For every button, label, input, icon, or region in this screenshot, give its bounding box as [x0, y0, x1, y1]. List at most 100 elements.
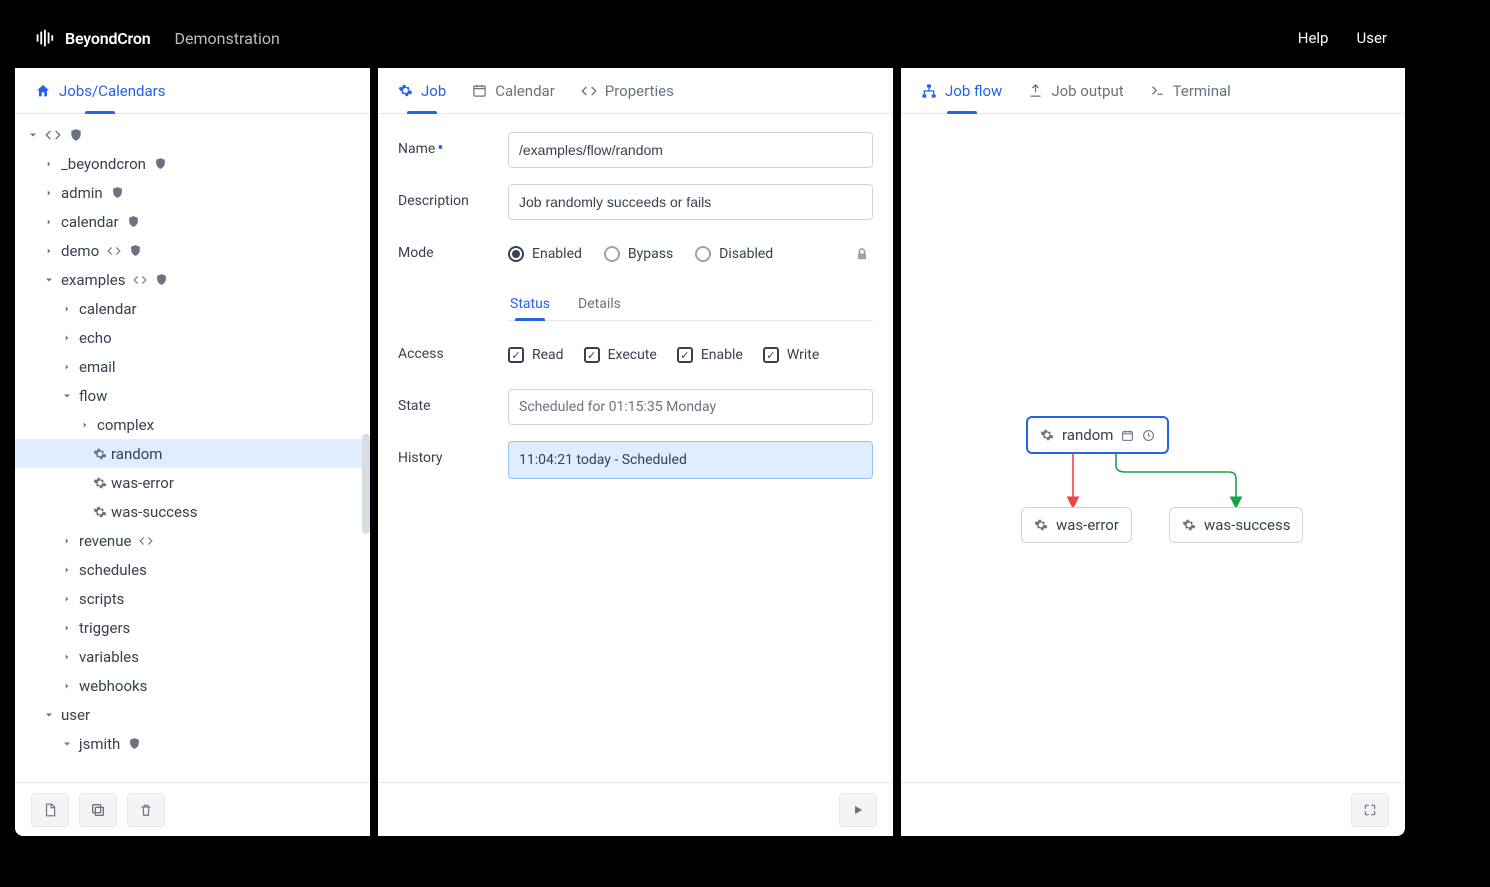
tree-item[interactable]: demo: [15, 236, 370, 265]
tree-item[interactable]: email: [15, 352, 370, 381]
code-icon: [45, 127, 61, 143]
chevron-right-icon: [41, 159, 57, 169]
chevron-right-icon: [59, 362, 75, 372]
tree-item[interactable]: revenue: [15, 526, 370, 555]
flow-node-was-error[interactable]: was-error: [1021, 507, 1132, 543]
flow-canvas[interactable]: random was-error was-success: [901, 114, 1405, 782]
tab-terminal[interactable]: Terminal: [1150, 68, 1231, 113]
clock-icon: [1142, 429, 1155, 442]
help-link[interactable]: Help: [1298, 29, 1329, 47]
tree-label: complex: [97, 416, 154, 434]
new-button[interactable]: [31, 793, 69, 827]
desc-label: Description: [398, 184, 508, 209]
gear-icon: [1034, 518, 1048, 532]
tab-jobs-calendars[interactable]: Jobs/Calendars: [35, 68, 165, 113]
tree-label: triggers: [79, 619, 130, 637]
scrollbar[interactable]: [362, 434, 370, 534]
access-enable-check[interactable]: ✓Enable: [677, 347, 743, 363]
subtab-details[interactable]: Details: [576, 288, 623, 320]
tree-item[interactable]: complex: [15, 410, 370, 439]
tab-label: Job output: [1051, 82, 1123, 100]
tab-job-flow[interactable]: Job flow: [921, 68, 1002, 113]
mode-enabled-radio[interactable]: Enabled: [508, 246, 582, 262]
tree-label: was-success: [111, 503, 197, 521]
tree-item[interactable]: echo: [15, 323, 370, 352]
radio-icon: [604, 246, 620, 262]
tree-item[interactable]: _beyondcron: [15, 149, 370, 178]
tree-item-examples[interactable]: examples: [15, 265, 370, 294]
chevron-down-icon: [41, 709, 57, 721]
expand-button[interactable]: [1351, 793, 1389, 827]
upload-icon: [1028, 83, 1043, 98]
run-button[interactable]: [839, 793, 877, 827]
code-icon: [107, 244, 121, 258]
tree-label: random: [111, 445, 162, 463]
tree-item-random[interactable]: random: [15, 439, 370, 468]
tab-properties[interactable]: Properties: [581, 68, 674, 113]
subtab-status[interactable]: Status: [508, 288, 552, 320]
gear-icon: [93, 476, 107, 490]
left-panel: Jobs/Calendars: [15, 68, 370, 836]
user-link[interactable]: User: [1356, 29, 1387, 47]
tree-label: echo: [79, 329, 112, 347]
chevron-down-icon: [25, 129, 41, 141]
flow-node-random[interactable]: random: [1026, 416, 1169, 454]
tree-item[interactable]: was-success: [15, 497, 370, 526]
tree[interactable]: _beyondcron admin calendar demo: [15, 114, 370, 782]
tree-item[interactable]: admin: [15, 178, 370, 207]
delete-button[interactable]: [127, 793, 165, 827]
chevron-right-icon: [41, 246, 57, 256]
middle-panel: Job Calendar Properties Name•: [378, 68, 893, 836]
shield-icon: [69, 128, 83, 142]
tree-item[interactable]: was-error: [15, 468, 370, 497]
tab-label: Properties: [605, 82, 674, 100]
right-panel: Job flow Job output Terminal: [901, 68, 1405, 836]
tree-item[interactable]: calendar: [15, 294, 370, 323]
shield-icon: [128, 737, 141, 750]
tree-item[interactable]: triggers: [15, 613, 370, 642]
name-input[interactable]: [508, 132, 873, 168]
chevron-down-icon: [59, 390, 75, 402]
chevron-right-icon: [59, 333, 75, 343]
tree-root[interactable]: [15, 120, 370, 149]
tree-item-flow[interactable]: flow: [15, 381, 370, 410]
node-label: was-success: [1204, 516, 1290, 534]
tree-item[interactable]: variables: [15, 642, 370, 671]
tab-label: Job flow: [945, 82, 1002, 100]
tab-calendar[interactable]: Calendar: [472, 68, 555, 113]
access-write-check[interactable]: ✓Write: [763, 347, 819, 363]
flow-node-was-success[interactable]: was-success: [1169, 507, 1303, 543]
shield-icon: [129, 244, 142, 257]
chevron-right-icon: [59, 652, 75, 662]
tree-item[interactable]: schedules: [15, 555, 370, 584]
chevron-right-icon: [59, 536, 75, 546]
mode-disabled-radio[interactable]: Disabled: [695, 246, 773, 262]
description-input[interactable]: [508, 184, 873, 220]
tree-item[interactable]: scripts: [15, 584, 370, 613]
tab-job[interactable]: Job: [398, 68, 446, 113]
chevron-right-icon: [41, 217, 57, 227]
history-entry[interactable]: 11:04:21 today - Scheduled: [508, 441, 873, 479]
chevron-right-icon: [41, 188, 57, 198]
mode-bypass-radio[interactable]: Bypass: [604, 246, 673, 262]
tree-label: scripts: [79, 590, 124, 608]
radio-label: Enabled: [532, 246, 582, 262]
left-tabs: Jobs/Calendars: [15, 68, 370, 114]
tree-label: _beyondcron: [61, 155, 146, 173]
tree-item[interactable]: webhooks: [15, 671, 370, 700]
access-execute-check[interactable]: ✓Execute: [584, 347, 657, 363]
copy-button[interactable]: [79, 793, 117, 827]
chevron-right-icon: [59, 565, 75, 575]
tree-item-user[interactable]: user: [15, 700, 370, 729]
tree-item[interactable]: calendar: [15, 207, 370, 236]
code-icon: [581, 83, 597, 99]
tree-item[interactable]: jsmith: [15, 729, 370, 758]
tab-job-output[interactable]: Job output: [1028, 68, 1123, 113]
radio-label: Disabled: [719, 246, 773, 262]
history-label: History: [398, 441, 508, 466]
calendar-icon: [1121, 429, 1134, 442]
brand: BeyondCron Demonstration: [33, 27, 280, 49]
middle-footer: [378, 782, 893, 836]
tree-label: revenue: [79, 532, 131, 550]
access-read-check[interactable]: ✓Read: [508, 347, 564, 363]
